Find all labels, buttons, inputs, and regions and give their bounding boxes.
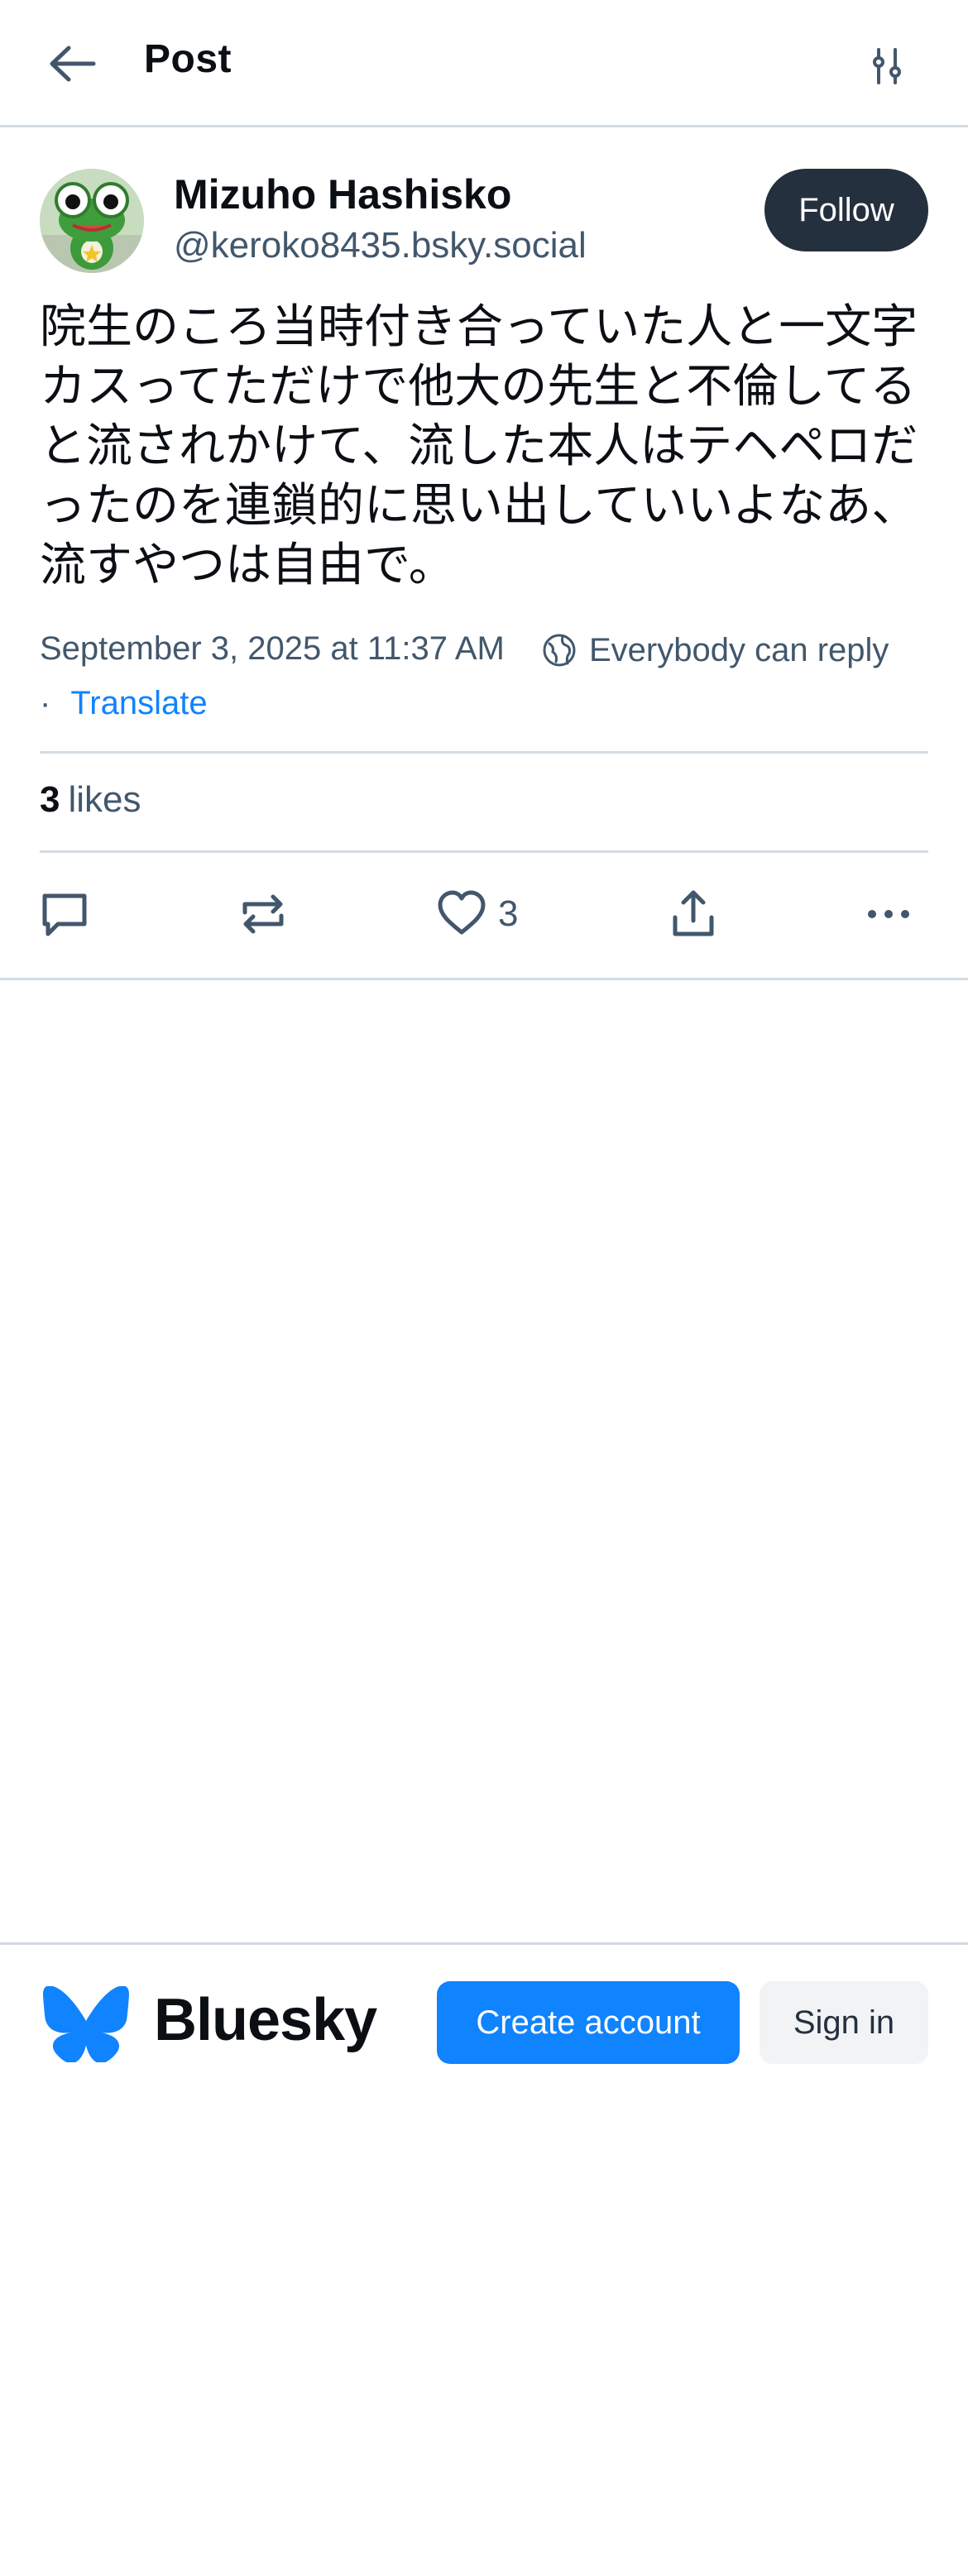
share-button[interactable]	[667, 877, 720, 951]
translate-row: · Translate	[40, 680, 208, 726]
arrow-left-icon	[50, 45, 96, 82]
post-bottom-border	[0, 978, 968, 980]
create-account-button[interactable]: Create account	[437, 1981, 740, 2064]
post-text-line: 院生のころ当時付き合っていた人と一文字	[40, 300, 918, 354]
thread-settings-button[interactable]	[860, 41, 913, 91]
post-text-line: ったのを連鎖的に思い出していいよなあ、	[40, 479, 918, 533]
follow-button[interactable]: Follow	[764, 169, 928, 251]
like-button[interactable]: 3	[435, 877, 518, 951]
more-horizontal-icon	[868, 910, 909, 918]
likes-label: likes	[68, 779, 141, 820]
post-text-line: 流すやつは自由で。	[40, 539, 455, 592]
post-text-line: と流されかけて、流した本人はテヘペロだ	[40, 419, 918, 473]
page-title: Post	[144, 37, 232, 81]
author-display-name[interactable]: Mizuho Hashisko	[174, 170, 511, 218]
repost-button[interactable]	[237, 877, 290, 951]
signup-footer: Bluesky Create account Sign in	[0, 1942, 968, 2108]
separator-dot: ·	[40, 685, 51, 721]
translate-link[interactable]: Translate	[70, 685, 207, 721]
share-icon	[673, 890, 714, 936]
divider	[40, 850, 928, 853]
repost-icon	[242, 894, 284, 934]
top-bar: Post	[0, 0, 968, 127]
reply-icon	[42, 893, 87, 936]
frog-avatar-image	[40, 169, 144, 273]
post-text: 院生のころ当時付き合っていた人と一文字 カスってただけで他大の先生と不倫してる …	[40, 298, 942, 596]
sign-in-button[interactable]: Sign in	[760, 1981, 928, 2064]
author-handle[interactable]: @keroko8435.bsky.social	[174, 225, 587, 266]
sliders-icon	[873, 48, 901, 84]
back-button[interactable]	[43, 38, 101, 89]
like-count: 3	[498, 893, 519, 934]
globe-icon	[543, 634, 576, 667]
reply-setting[interactable]: Everybody can reply	[541, 627, 889, 673]
avatar[interactable]	[40, 169, 144, 273]
likes-count: 3	[40, 779, 60, 820]
divider	[40, 751, 928, 754]
bluesky-wordmark: Bluesky	[154, 1987, 377, 2053]
more-options-button[interactable]	[862, 877, 915, 951]
heart-icon	[438, 890, 486, 935]
likes-summary[interactable]: 3 likes	[40, 779, 141, 821]
post-text-line: カスってただけで他大の先生と不倫してる	[40, 360, 917, 414]
post-timestamp[interactable]: September 3, 2025 at 11:37 AM	[40, 625, 505, 672]
post-actions: 3	[0, 877, 968, 951]
reply-button[interactable]	[38, 877, 91, 951]
reply-setting-label: Everybody can reply	[589, 632, 889, 668]
bluesky-butterfly-icon	[43, 1986, 129, 2062]
